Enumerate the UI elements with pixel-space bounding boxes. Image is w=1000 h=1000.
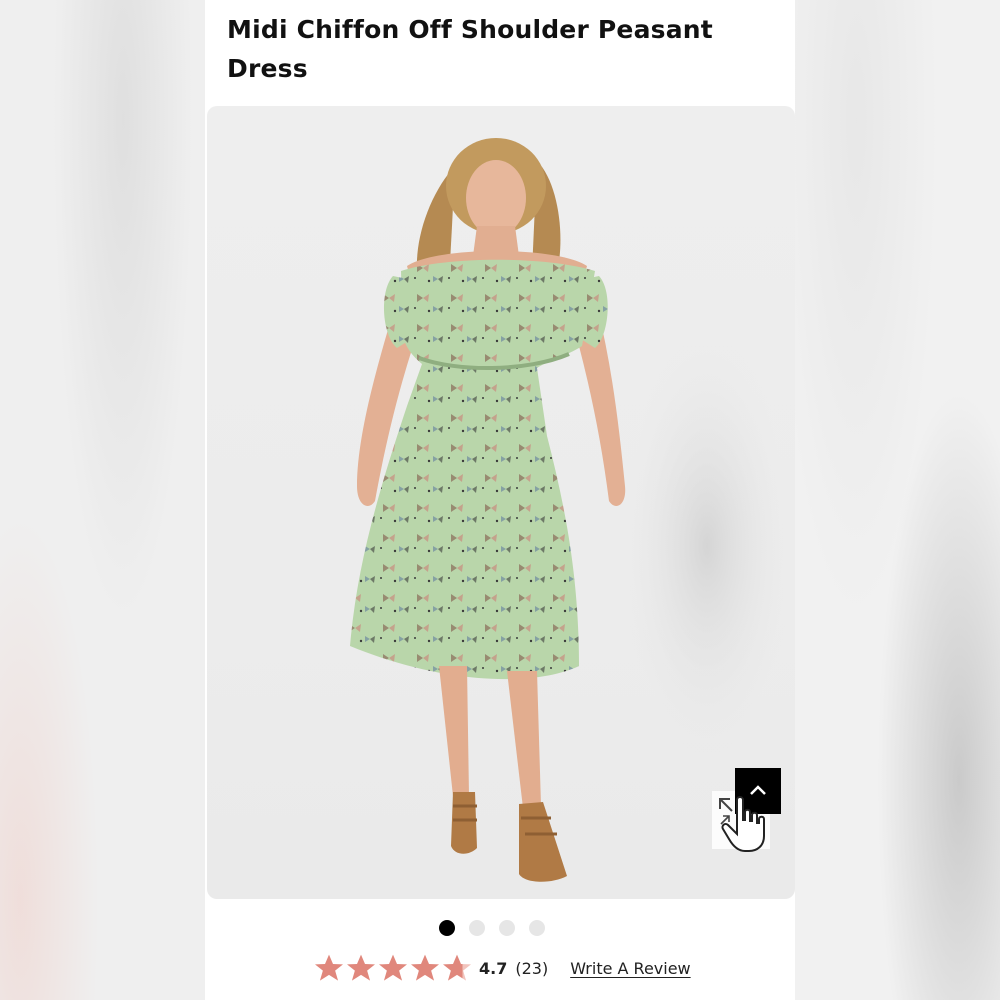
rating-summary: 4.7 (23) Write A Review — [313, 950, 691, 986]
write-review-link[interactable]: Write A Review — [570, 959, 690, 978]
rating-value: 4.7 — [479, 958, 508, 978]
product-panel: Midi Chiffon Off Shoulder Peasant Dress — [205, 0, 795, 1000]
right-blurred-background — [795, 0, 1000, 1000]
review-count: (23) — [515, 958, 549, 978]
star-icon — [315, 954, 343, 981]
left-blurred-background — [0, 0, 205, 1000]
star-rating[interactable] — [313, 952, 473, 984]
product-image[interactable] — [207, 106, 795, 899]
hand-pointer-icon — [720, 796, 765, 852]
dress-model-illustration — [350, 138, 792, 882]
star-icon — [411, 954, 439, 981]
carousel-dot-4[interactable] — [529, 920, 545, 936]
carousel-dot-3[interactable] — [499, 920, 515, 936]
carousel-pagination — [439, 920, 545, 936]
carousel-dot-2[interactable] — [469, 920, 485, 936]
star-icon — [379, 954, 407, 981]
star-icon — [347, 954, 375, 981]
star-icon-partial — [443, 954, 471, 981]
product-title: Midi Chiffon Off Shoulder Peasant Dress — [227, 15, 713, 83]
carousel-dot-1[interactable] — [439, 920, 455, 936]
